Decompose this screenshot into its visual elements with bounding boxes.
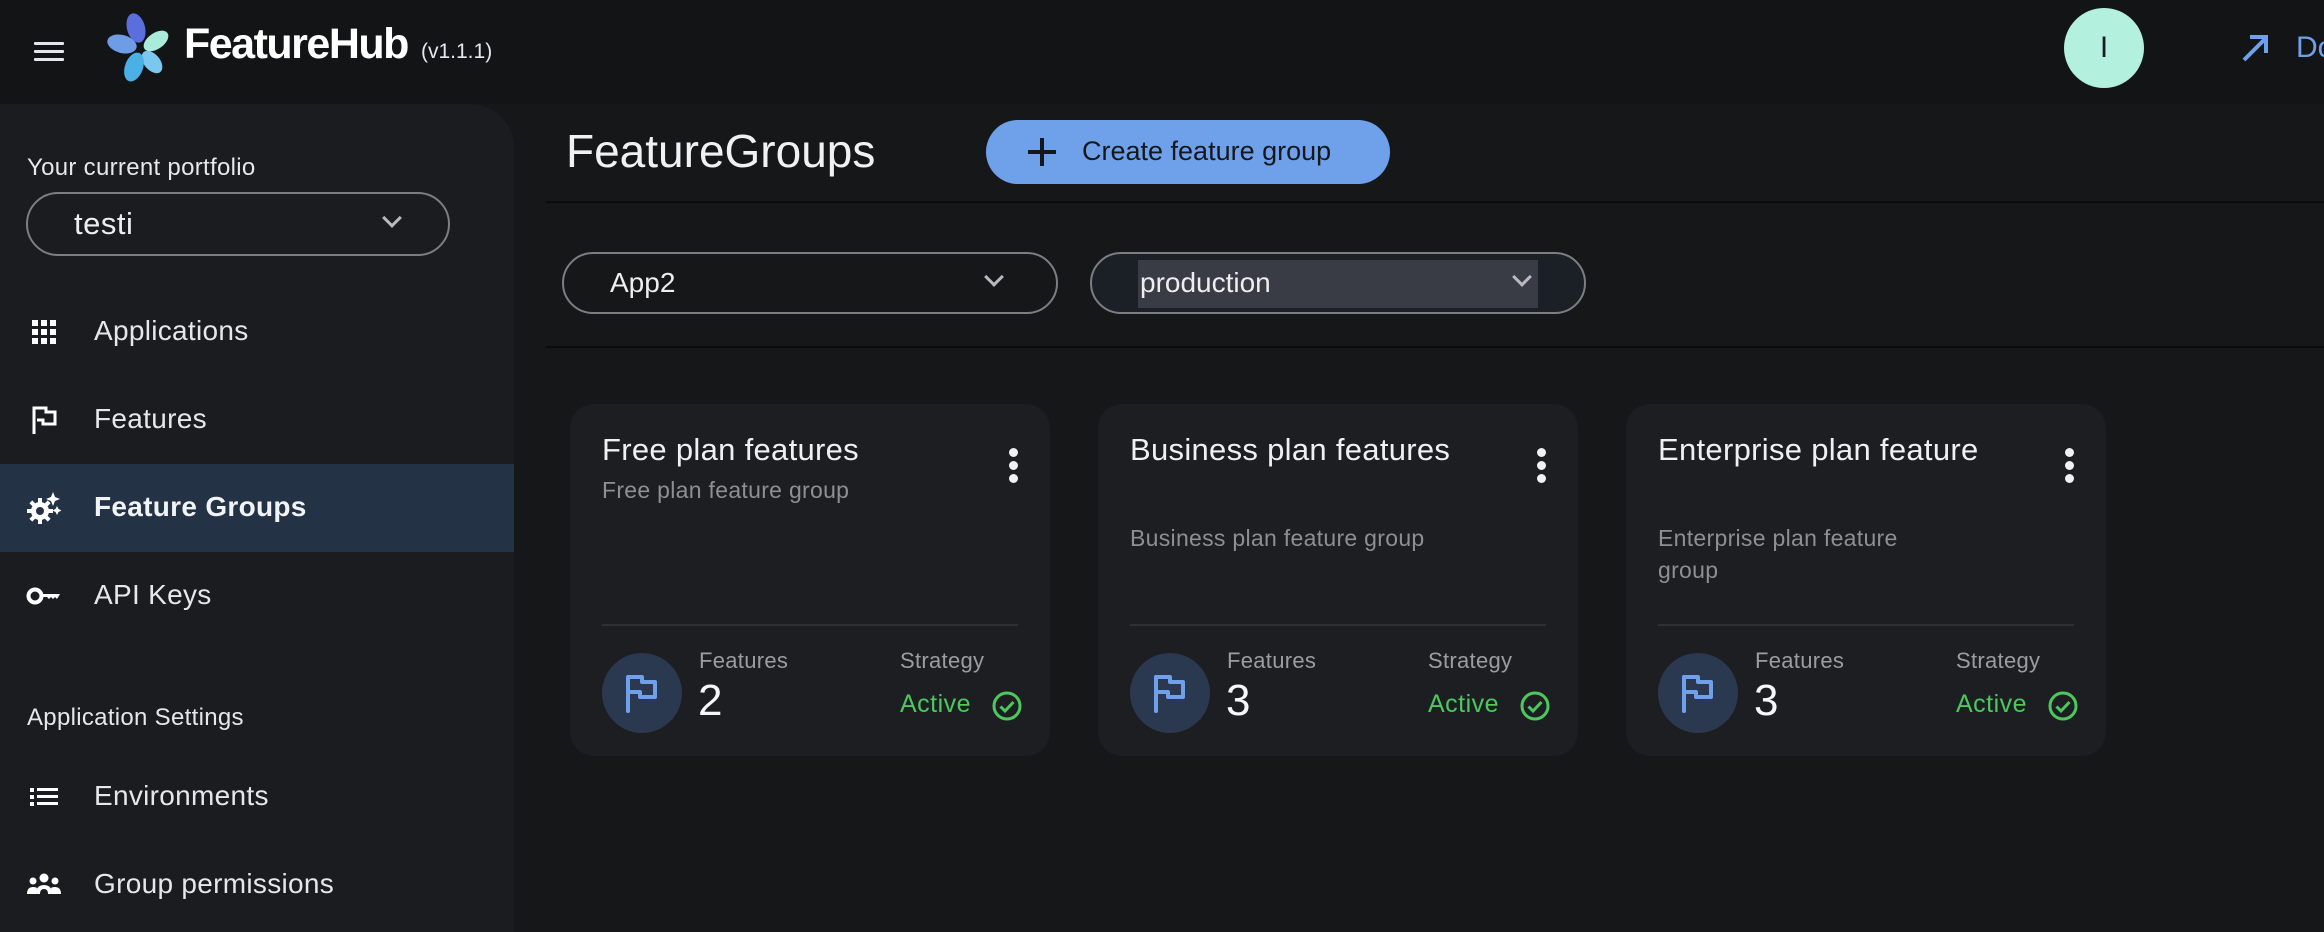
strategy-status: Active: [1956, 690, 2028, 718]
flag-icon: [32, 406, 57, 434]
apps-grid-icon: [32, 320, 56, 344]
features-label: Features: [1755, 648, 1845, 673]
sidebar-item-label: Applications: [94, 315, 249, 346]
strategy-label: Strategy: [1428, 648, 1513, 673]
documentation-link-text: Do: [2296, 31, 2324, 64]
more-vert-icon[interactable]: [1535, 448, 1547, 484]
features-count: 3: [1754, 676, 1779, 725]
create-feature-group-label: Create feature group: [1082, 136, 1332, 166]
strategy-label: Strategy: [1956, 648, 2041, 673]
features-count: 3: [1226, 676, 1251, 725]
chevron-down-icon: [984, 267, 1004, 287]
card-title: Enterprise plan feature: [1658, 432, 1979, 467]
brand-name: FeatureHub: [184, 20, 409, 68]
application-select-value: App2: [610, 267, 676, 298]
check-circle-icon: [1520, 691, 1550, 721]
avatar-initial: I: [2099, 31, 2109, 64]
portfolio-select[interactable]: testi: [26, 192, 450, 256]
features-label: Features: [699, 648, 789, 673]
group-icon: [27, 873, 61, 894]
plus-icon: [1028, 138, 1056, 166]
sidebar-item-features[interactable]: Features: [0, 376, 514, 464]
gear-sparkle-icon: [27, 492, 62, 524]
sidebar-item-feature-groups[interactable]: Feature Groups: [0, 464, 514, 552]
flag-icon: [626, 675, 657, 713]
portfolio-label: Your current portfolio: [27, 154, 256, 181]
sidebar-item-environments[interactable]: Environments: [0, 753, 514, 841]
sidebar: Your current portfolio testi Application…: [0, 104, 514, 932]
strategy-label: Strategy: [900, 648, 985, 673]
feature-flag-badge: [1130, 653, 1210, 733]
card-divider: [1658, 624, 2074, 626]
chevron-down-icon: [382, 208, 402, 228]
create-feature-group-button[interactable]: Create feature group: [986, 120, 1390, 184]
page-title: FeatureGroups: [566, 125, 876, 177]
list-icon: [30, 788, 58, 806]
more-vert-icon[interactable]: [2063, 448, 2075, 484]
hamburger-menu-icon[interactable]: [30, 32, 70, 72]
header-divider: [546, 201, 2324, 203]
portfolio-select-value: testi: [74, 206, 134, 241]
flag-icon: [1682, 675, 1713, 713]
card-divider: [1130, 624, 1546, 626]
environment-select[interactable]: production: [1090, 252, 1586, 314]
sidebar-item-applications[interactable]: Applications: [0, 288, 514, 376]
user-avatar[interactable]: I: [2064, 8, 2144, 88]
filter-divider: [546, 346, 2324, 348]
sidebar-item-group-permissions[interactable]: Group permissions: [0, 841, 514, 929]
sidebar-item-label: Feature Groups: [94, 491, 307, 522]
feature-flag-badge: [602, 653, 682, 733]
feature-group-card[interactable]: Free plan features Free plan feature gro…: [570, 404, 1050, 756]
card-title: Business plan features: [1130, 432, 1451, 467]
application-settings-heading: Application Settings: [27, 704, 244, 731]
check-circle-icon: [2048, 691, 2078, 721]
card-description: Free plan feature group: [602, 477, 850, 503]
sidebar-item-label: Environments: [94, 780, 269, 811]
features-label: Features: [1227, 648, 1317, 673]
app-bar: FeatureHub (v1.1.1) I Do: [0, 0, 2324, 104]
sidebar-item-api-keys[interactable]: API Keys: [0, 552, 514, 640]
arrow-up-right-icon: [2242, 35, 2268, 62]
sidebar-item-label: API Keys: [94, 579, 212, 610]
sidebar-item-label: Features: [94, 403, 207, 434]
feature-flag-badge: [1658, 653, 1738, 733]
featurehub-logo-icon: [107, 13, 169, 82]
flag-icon: [1154, 675, 1185, 713]
documentation-link[interactable]: Do: [2240, 26, 2324, 70]
features-count: 2: [698, 676, 723, 725]
card-title: Free plan features: [602, 432, 859, 467]
check-circle-icon: [992, 691, 1022, 721]
card-description: Enterprise plan feature group: [1658, 525, 1898, 583]
card-divider: [602, 624, 1018, 626]
strategy-status: Active: [1428, 690, 1500, 718]
more-vert-icon[interactable]: [1007, 448, 1019, 484]
app-version: (v1.1.1): [421, 40, 493, 63]
feature-group-card[interactable]: Business plan features Business plan fea…: [1098, 404, 1578, 756]
application-select[interactable]: App2: [562, 252, 1058, 314]
environment-select-value: production: [1140, 267, 1271, 298]
sidebar-item-label: Group permissions: [94, 868, 335, 899]
card-description: Business plan feature group: [1130, 525, 1425, 551]
feature-group-card[interactable]: Enterprise plan feature Enterprise plan …: [1626, 404, 2106, 756]
key-icon: [26, 587, 60, 605]
strategy-status: Active: [900, 690, 972, 718]
